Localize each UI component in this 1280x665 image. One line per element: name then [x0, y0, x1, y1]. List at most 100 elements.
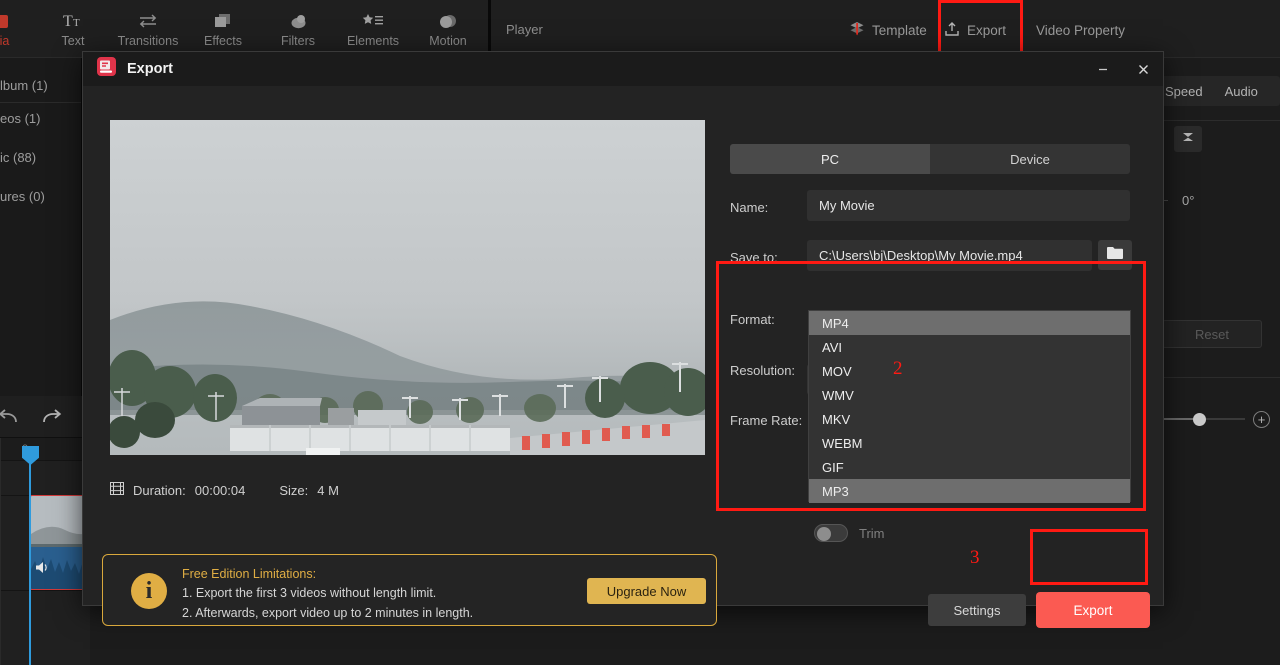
zoom-in-button[interactable]: +	[1253, 411, 1270, 428]
library-item-pictures[interactable]: ures (0)	[0, 189, 45, 204]
toolbar-tab-elements[interactable]: Elements	[336, 4, 410, 54]
format-option-gif[interactable]: GIF	[809, 455, 1130, 479]
video-property-label: Video Property	[1036, 22, 1126, 38]
toolbar-tab-effects[interactable]: Effects	[186, 4, 260, 54]
player-label: Player	[506, 22, 543, 37]
folder-icon	[1106, 245, 1124, 265]
format-option-mp4[interactable]: MP4	[809, 311, 1130, 335]
timeline-ruler[interactable]: 0s	[0, 438, 90, 460]
tab-audio[interactable]: Audio	[1225, 84, 1258, 99]
property-panel: Speed Audio 0° Reset	[1150, 58, 1280, 458]
name-label: Name:	[730, 200, 769, 215]
upload-icon	[944, 21, 960, 40]
export-toolbar-button[interactable]: Export	[944, 16, 1006, 44]
export-toolbar-label: Export	[967, 22, 1007, 38]
close-button[interactable]	[1123, 52, 1163, 86]
format-option-webm[interactable]: WEBM	[809, 431, 1130, 455]
playhead-line	[29, 462, 31, 665]
size-value: 4 M	[317, 482, 339, 498]
export-dialog-button[interactable]: Export	[1036, 592, 1150, 628]
toolbar-tab-text[interactable]: TT Text	[36, 4, 110, 54]
toolbar-tab-label: Effects	[204, 34, 242, 48]
zoom-slider-knob[interactable]	[1193, 413, 1206, 426]
app-root: dia TT Text Transitions Effects	[0, 0, 1280, 665]
toolbar-tab-filters[interactable]: Filters	[261, 4, 335, 54]
timeline-toolbar	[0, 396, 90, 438]
rotation-value: 0°	[1182, 193, 1195, 208]
elements-icon	[362, 10, 384, 32]
flip-vertical-icon	[1181, 130, 1195, 149]
template-label: Template	[872, 22, 927, 38]
format-option-mp3[interactable]: MP3	[809, 479, 1130, 503]
toolbar-tab-label: Transitions	[117, 34, 179, 48]
filters-icon	[289, 10, 308, 32]
info-icon: i	[131, 573, 167, 609]
toolbar-tab-motion[interactable]: Motion	[411, 4, 485, 54]
dialog-titlebar[interactable]: Export	[83, 52, 1163, 86]
format-dropdown-list[interactable]: MP4 AVI MOV WMV MKV WEBM GIF MP3	[808, 310, 1131, 503]
trim-toggle-knob	[817, 527, 831, 541]
format-option-mov[interactable]: MOV	[809, 359, 1130, 383]
limitations-line-1: 1. Export the first 3 videos without len…	[182, 586, 437, 600]
media-icon	[0, 10, 10, 32]
duration-value: 00:00:04	[194, 482, 246, 498]
minimize-button[interactable]	[1083, 52, 1123, 86]
tab-speed[interactable]: Speed	[1165, 84, 1203, 99]
free-edition-limitations: i Free Edition Limitations: 1. Export th…	[102, 554, 717, 626]
svg-text:T: T	[63, 13, 73, 30]
zoom-slider-track[interactable]	[1200, 418, 1245, 420]
format-option-avi[interactable]: AVI	[809, 335, 1130, 359]
library-item-videos[interactable]: eos (1)	[0, 111, 40, 126]
template-button[interactable]: Template	[849, 16, 927, 44]
property-tabs: Speed Audio	[1155, 76, 1280, 106]
toolbar-tab-label: Filters	[280, 34, 316, 48]
timeline-clip[interactable]	[30, 495, 90, 590]
film-icon	[110, 482, 124, 498]
tab-pc[interactable]: PC	[730, 144, 930, 174]
reset-button[interactable]: Reset	[1162, 320, 1262, 348]
limitations-title: Free Edition Limitations:	[182, 567, 317, 581]
upgrade-now-button[interactable]: Upgrade Now	[587, 578, 706, 604]
timeline-lane-1	[0, 460, 90, 495]
format-option-wmv[interactable]: WMV	[809, 383, 1130, 407]
timeline-left-edge	[0, 438, 1, 665]
video-preview[interactable]	[110, 120, 705, 455]
toolbar-divider	[488, 0, 491, 58]
settings-button[interactable]: Settings	[928, 594, 1026, 626]
text-icon: TT	[63, 10, 83, 32]
library-item-album[interactable]: lbum (1)	[0, 78, 48, 93]
property-divider	[1160, 120, 1280, 121]
section-separator	[807, 508, 867, 509]
speaker-icon[interactable]	[35, 561, 50, 579]
toolbar-tab-transitions[interactable]: Transitions	[111, 4, 185, 54]
library-item-music[interactable]: ic (88)	[0, 150, 36, 165]
saveto-label: Save to:	[730, 250, 778, 265]
flip-vertical-button[interactable]	[1174, 126, 1202, 152]
limitations-line-2: 2. Afterwards, export video up to 2 minu…	[182, 606, 474, 620]
svg-text:T: T	[73, 17, 80, 29]
transitions-icon	[138, 10, 158, 32]
undo-icon[interactable]	[0, 408, 20, 431]
destination-tabs: PC Device	[730, 144, 1130, 174]
framerate-label: Frame Rate:	[730, 413, 803, 428]
timeline-lane-3	[0, 590, 90, 665]
dialog-title: Export	[127, 61, 173, 77]
toolbar-tab-label: Text	[61, 34, 85, 48]
panel-divider-2	[1150, 377, 1280, 378]
redo-icon[interactable]	[40, 408, 62, 431]
motion-icon	[438, 10, 458, 32]
trim-toggle[interactable]	[814, 524, 848, 542]
video-property-button[interactable]: Video Property	[1036, 16, 1125, 44]
trim-label: Trim	[859, 526, 885, 541]
browse-folder-button[interactable]	[1098, 240, 1132, 270]
template-icon	[849, 21, 865, 40]
name-input[interactable]	[807, 190, 1130, 221]
tab-device[interactable]: Device	[930, 144, 1130, 174]
video-meta: Duration: 00:00:04 Size: 4 M	[110, 482, 339, 498]
main-toolbar: dia TT Text Transitions Effects	[0, 0, 1280, 58]
format-option-mkv[interactable]: MKV	[809, 407, 1130, 431]
saveto-input[interactable]	[807, 240, 1092, 271]
format-label: Format:	[730, 312, 775, 327]
filmora-icon	[97, 57, 116, 81]
toolbar-tab-media[interactable]: dia	[0, 4, 38, 54]
